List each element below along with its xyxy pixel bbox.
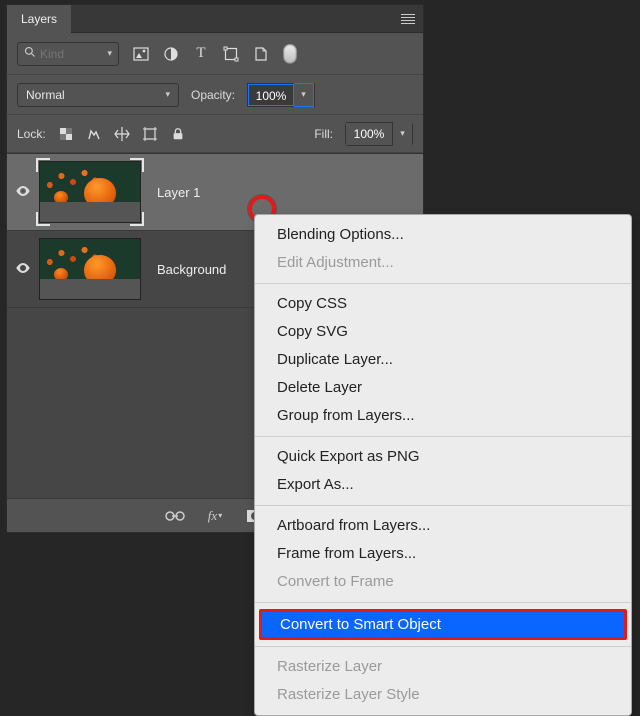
layer-thumbnail[interactable]	[39, 161, 141, 223]
lock-position-icon[interactable]	[114, 126, 130, 142]
tab-layers[interactable]: Layers	[7, 5, 71, 33]
menu-item-quick-export-png[interactable]: Quick Export as PNG	[255, 443, 631, 471]
link-layers-icon[interactable]	[165, 506, 185, 526]
blend-row: Normal ▾ Opacity: 100% ▾	[7, 75, 423, 115]
menu-separator	[255, 283, 631, 284]
lock-label: Lock:	[17, 127, 46, 141]
menu-separator	[255, 602, 631, 603]
layer-name[interactable]: Background	[143, 262, 226, 277]
type-filter-icon[interactable]: T	[193, 46, 209, 62]
visibility-toggle[interactable]	[15, 260, 31, 279]
menu-item-artboard-from-layers[interactable]: Artboard from Layers...	[255, 512, 631, 540]
menu-item-delete-layer[interactable]: Delete Layer	[255, 374, 631, 402]
menu-separator	[255, 646, 631, 647]
menu-item-convert-to-smart-object[interactable]: Convert to Smart Object	[259, 609, 627, 640]
menu-item-rasterize-layer-style: Rasterize Layer Style	[255, 681, 631, 709]
menu-icon	[401, 14, 415, 24]
opacity-input[interactable]: 100% ▾	[247, 83, 315, 107]
fill-stepper[interactable]: ▾	[392, 122, 412, 146]
blend-mode-select[interactable]: Normal ▾	[17, 83, 179, 107]
layer-thumbnail[interactable]	[39, 238, 141, 300]
menu-item-copy-svg[interactable]: Copy SVG	[255, 318, 631, 346]
chevron-down-icon: ▾	[165, 89, 170, 100]
shape-filter-icon[interactable]	[223, 46, 239, 62]
menu-item-export-as[interactable]: Export As...	[255, 471, 631, 499]
menu-item-edit-adjustment: Edit Adjustment...	[255, 249, 631, 277]
fill-label: Fill:	[314, 127, 333, 141]
visibility-toggle[interactable]	[15, 183, 31, 202]
menu-item-group-from-layers[interactable]: Group from Layers...	[255, 402, 631, 430]
lock-row: Lock: Fill: 100% ▾	[7, 115, 423, 153]
panel-tabbar: Layers	[7, 5, 423, 33]
layer-context-menu: Blending Options... Edit Adjustment... C…	[254, 214, 632, 716]
filter-input[interactable]	[40, 47, 103, 61]
layer-type-filters: T	[129, 44, 413, 64]
adjustment-filter-icon[interactable]	[163, 46, 179, 62]
lock-pixels-icon[interactable]	[86, 126, 102, 142]
filter-toggle[interactable]	[283, 44, 297, 64]
smartobject-filter-icon[interactable]	[253, 46, 269, 62]
search-icon	[24, 46, 36, 61]
fill-value[interactable]: 100%	[346, 123, 392, 145]
opacity-stepper[interactable]: ▾	[294, 83, 314, 107]
chevron-down-icon: ▾	[107, 48, 112, 59]
lock-all-icon[interactable]	[170, 126, 186, 142]
menu-item-duplicate-layer[interactable]: Duplicate Layer...	[255, 346, 631, 374]
menu-item-blending-options[interactable]: Blending Options...	[255, 221, 631, 249]
menu-separator	[255, 436, 631, 437]
opacity-value[interactable]: 100%	[248, 84, 294, 106]
filter-kind-select[interactable]: ▾	[17, 42, 119, 66]
menu-separator	[255, 505, 631, 506]
pixel-filter-icon[interactable]	[133, 46, 149, 62]
panel-menu-button[interactable]	[393, 5, 423, 33]
opacity-label: Opacity:	[191, 88, 235, 102]
fill-input[interactable]: 100% ▾	[345, 122, 413, 146]
layer-name[interactable]: Layer 1	[143, 185, 200, 200]
layer-style-button[interactable]: fx▾	[205, 506, 225, 526]
blend-mode-value: Normal	[26, 88, 65, 102]
menu-item-convert-to-frame: Convert to Frame	[255, 568, 631, 596]
lock-transparency-icon[interactable]	[58, 126, 74, 142]
filter-row: ▾ T	[7, 33, 423, 75]
menu-item-frame-from-layers[interactable]: Frame from Layers...	[255, 540, 631, 568]
lock-artboard-icon[interactable]	[142, 126, 158, 142]
menu-item-copy-css[interactable]: Copy CSS	[255, 290, 631, 318]
